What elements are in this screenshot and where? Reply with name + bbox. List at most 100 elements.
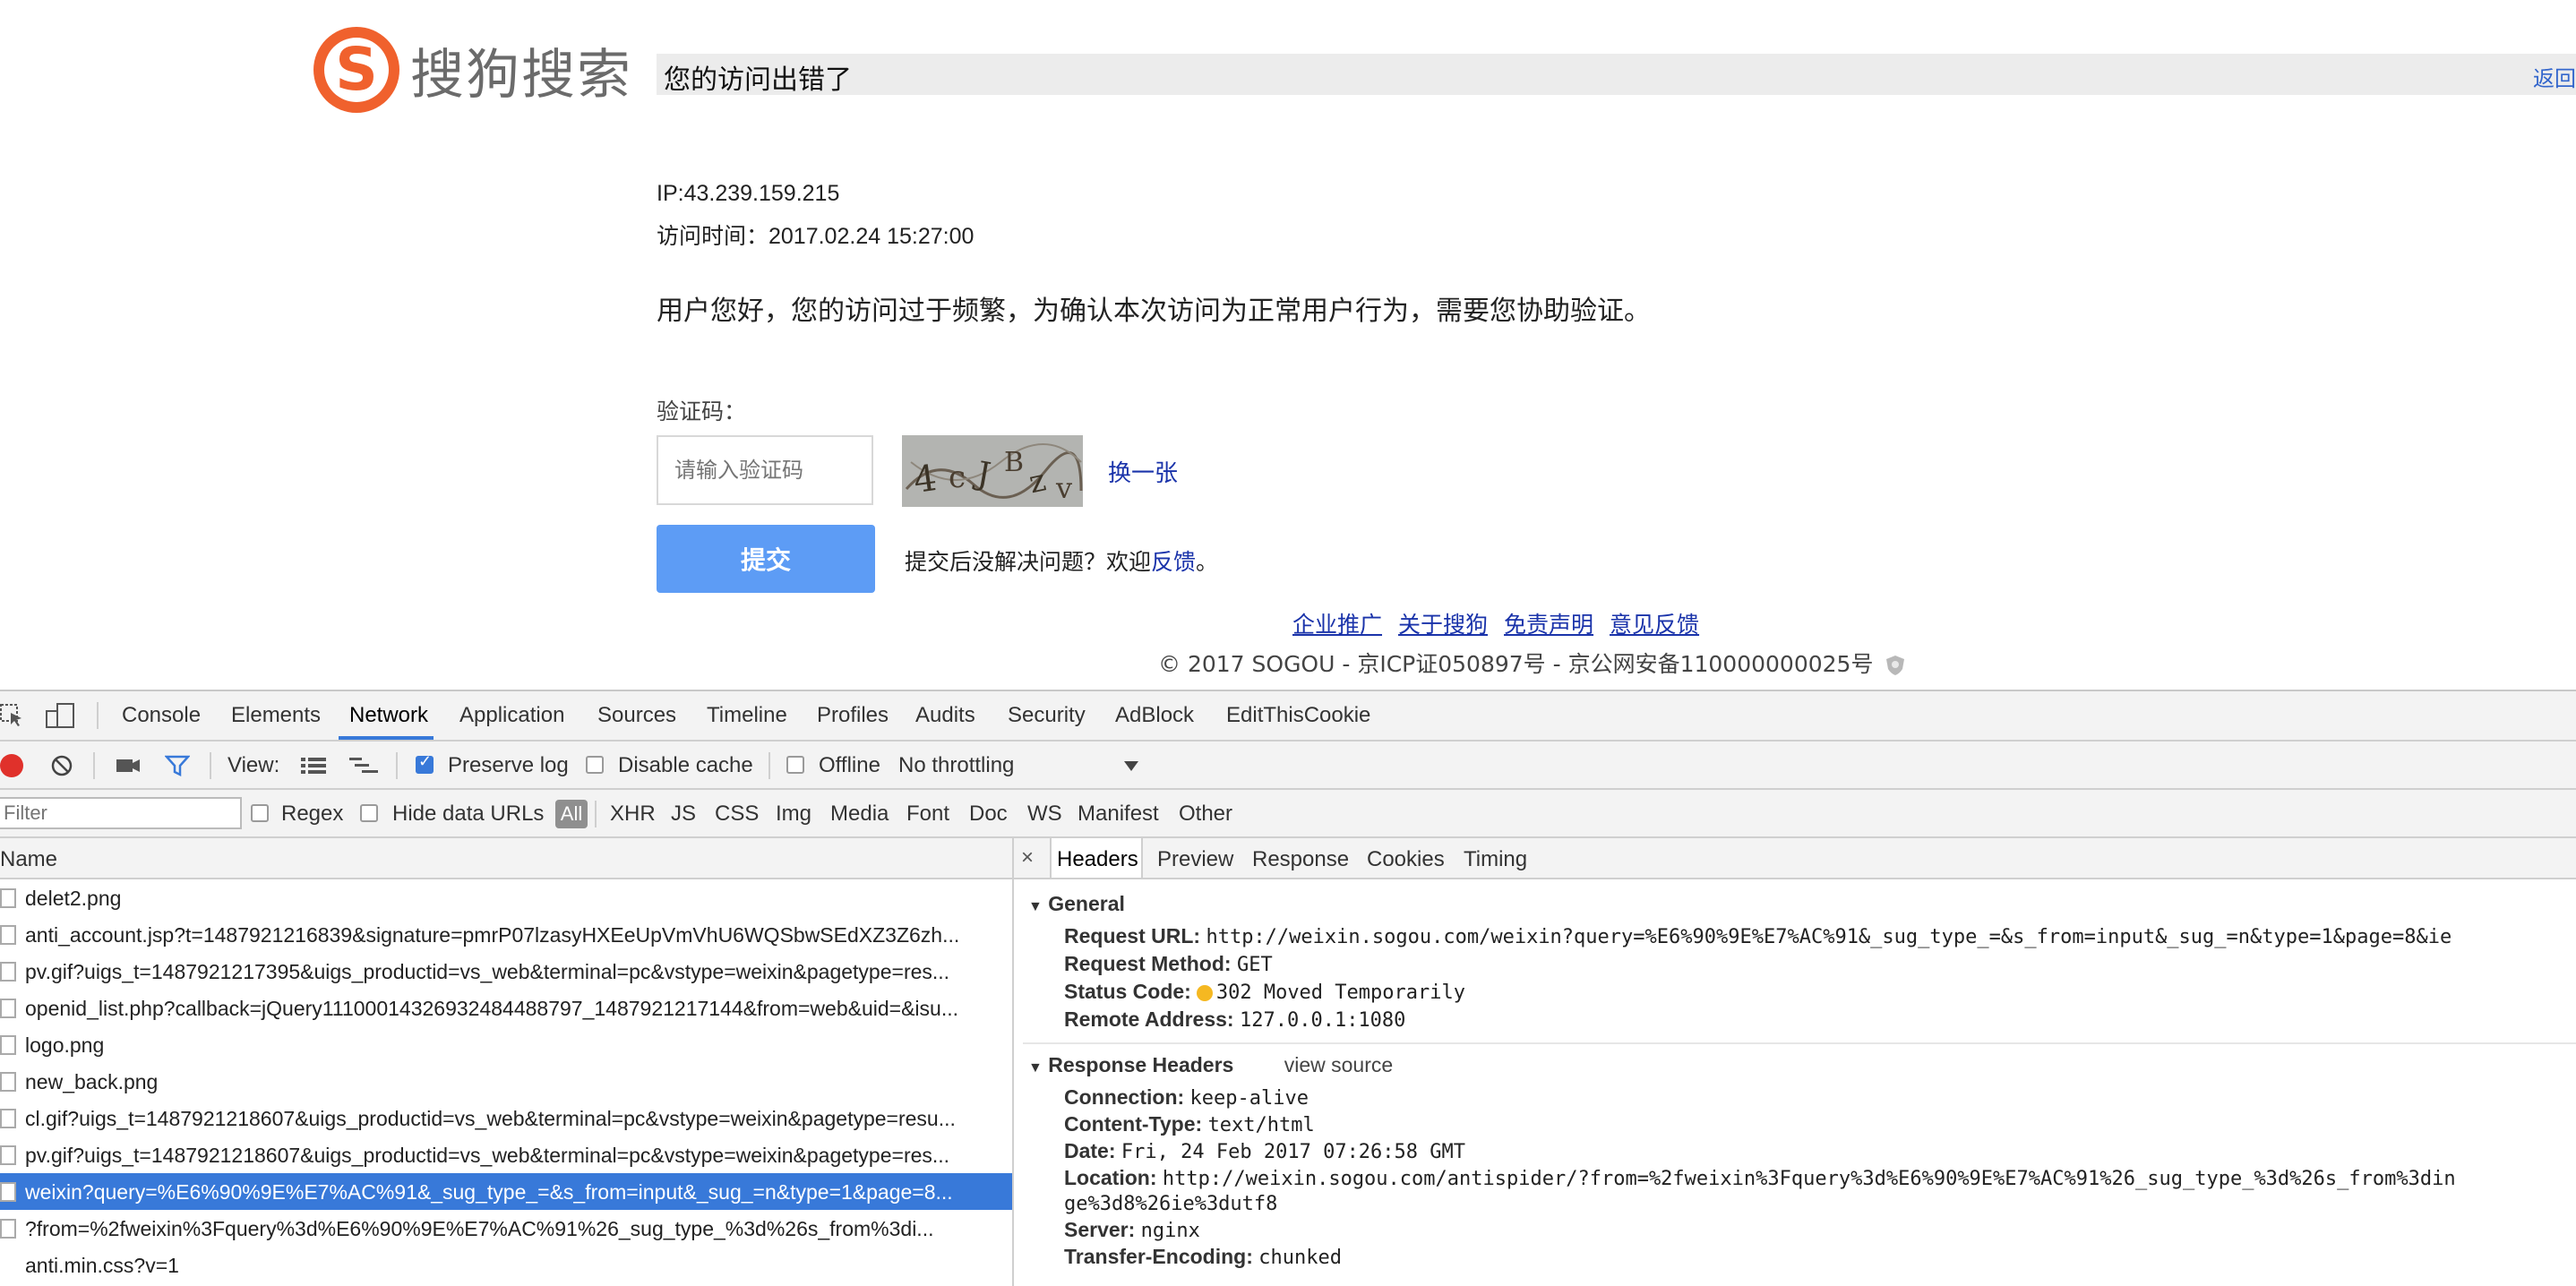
file-icon <box>0 999 16 1018</box>
camera-icon[interactable] <box>115 754 142 777</box>
type-filter-other[interactable]: Other <box>1179 802 1232 827</box>
request-row[interactable]: logo.png <box>0 1026 1012 1063</box>
tab-headers[interactable]: Headers <box>1057 847 1138 872</box>
refresh-captcha-link[interactable]: 换一张 <box>1108 455 1178 488</box>
status-dot-icon <box>1196 984 1213 1001</box>
divider <box>97 702 99 729</box>
footer-link-promo[interactable]: 企业推广 <box>1292 612 1382 638</box>
request-row-selected[interactable]: weixin?query=%E6%90%9E%E7%AC%91&_sug_typ… <box>0 1173 1012 1210</box>
ip-address: IP:43.239.159.215 <box>657 181 840 206</box>
file-icon <box>0 925 16 945</box>
tab-response[interactable]: Response <box>1252 847 1349 872</box>
filter-input[interactable] <box>0 797 242 829</box>
captcha-input[interactable] <box>657 435 873 505</box>
tab-security[interactable]: Security <box>1008 703 1086 728</box>
type-filter-xhr[interactable]: XHR <box>610 802 656 827</box>
close-icon[interactable]: × <box>1021 845 1034 870</box>
tab-application[interactable]: Application <box>459 703 564 728</box>
devtools-tabbar: Console Elements Network Application Sou… <box>0 691 2576 742</box>
logo-text: 搜狗搜索 <box>410 43 632 107</box>
tab-preview[interactable]: Preview <box>1157 847 1233 872</box>
view-label: View: <box>228 753 280 777</box>
offline-checkbox[interactable] <box>786 756 804 774</box>
tab-network[interactable]: Network <box>349 703 428 728</box>
response-headers-section-header[interactable]: ▼ Response Headers view source <box>1028 1053 1393 1077</box>
tab-profiles[interactable]: Profiles <box>817 703 889 728</box>
type-filter-js[interactable]: JS <box>671 802 696 827</box>
divider <box>396 752 398 779</box>
type-filter-css[interactable]: CSS <box>715 802 759 827</box>
device-mode-icon[interactable] <box>45 702 77 729</box>
request-row[interactable]: cl.gif?uigs_t=1487921218607&uigs_product… <box>0 1100 1012 1136</box>
type-filter-all[interactable]: All <box>555 800 588 828</box>
name-column-header[interactable]: Name <box>0 847 57 872</box>
request-row[interactable]: pv.gif?uigs_t=1487921218607&uigs_product… <box>0 1136 1012 1173</box>
clear-icon[interactable] <box>50 754 73 777</box>
tab-cookies[interactable]: Cookies <box>1367 847 1445 872</box>
type-filter-img[interactable]: Img <box>776 802 811 827</box>
error-title-bar: 您的访问出错了 返回 <box>657 54 2576 96</box>
footer-link-disclaimer[interactable]: 免责声明 <box>1504 612 1593 638</box>
submit-button[interactable]: 提交 <box>657 525 875 593</box>
triangle-down-icon: ▼ <box>1028 899 1043 914</box>
request-row[interactable]: pv.gif?uigs_t=1487921217395&uigs_product… <box>0 953 1012 990</box>
feedback-link[interactable]: 反馈 <box>1151 549 1196 575</box>
footer-link-about[interactable]: 关于搜狗 <box>1398 612 1488 638</box>
back-link[interactable]: 返回 <box>2533 61 2576 92</box>
copyright: © 2017 SOGOU - 京ICP证050897号 - 京公网安备11000… <box>1158 647 1905 679</box>
visit-time: 访问时间：2017.02.24 15:27:00 <box>657 224 975 249</box>
filter-bar: Regex Hide data URLs All XHR JS CSS Img … <box>0 790 2576 838</box>
file-icon <box>0 1182 16 1202</box>
waterfall-view-icon[interactable] <box>349 756 378 776</box>
disable-cache-label: Disable cache <box>618 753 753 777</box>
header-server: Server: nginx <box>1064 1218 1200 1242</box>
sogou-logo: S 搜狗搜索 <box>313 27 632 113</box>
request-list-header: Name <box>0 838 1012 879</box>
request-row[interactable]: delet2.png <box>0 879 1012 916</box>
tab-audits[interactable]: Audits <box>915 703 975 728</box>
police-badge-icon <box>1885 655 1905 676</box>
type-filter-ws[interactable]: WS <box>1027 802 1062 827</box>
disable-cache-checkbox[interactable] <box>586 756 604 774</box>
request-row[interactable]: anti_account.jsp?t=1487921216839&signatu… <box>0 916 1012 953</box>
offline-label: Offline <box>819 753 880 777</box>
list-view-icon[interactable] <box>301 756 326 776</box>
tab-editthiscookie[interactable]: EditThisCookie <box>1226 703 1370 728</box>
tab-adblock[interactable]: AdBlock <box>1115 703 1194 728</box>
file-icon <box>0 888 16 908</box>
type-filter-font[interactable]: Font <box>906 802 949 827</box>
request-row[interactable]: ?from=%2fweixin%3Fquery%3d%E6%90%9E%E7%A… <box>0 1210 1012 1247</box>
tab-elements[interactable]: Elements <box>231 703 321 728</box>
details-tabbar: × Headers Preview Response Cookies Timin… <box>1014 838 2576 879</box>
hide-data-urls-checkbox[interactable] <box>360 804 378 822</box>
record-button[interactable] <box>0 754 23 777</box>
type-filter-doc[interactable]: Doc <box>969 802 1008 827</box>
header-date: Date: Fri, 24 Feb 2017 07:26:58 GMT <box>1064 1139 1466 1163</box>
file-icon <box>0 1219 16 1239</box>
preserve-log-checkbox[interactable] <box>416 752 434 774</box>
request-row[interactable]: new_back.png <box>0 1063 1012 1100</box>
tab-timeline[interactable]: Timeline <box>707 703 787 728</box>
view-source-link[interactable]: view source <box>1284 1053 1393 1076</box>
captcha-image[interactable]: 4 c J B z v <box>902 435 1083 507</box>
regex-checkbox[interactable] <box>251 804 269 822</box>
triangle-down-icon: ▼ <box>1028 1060 1043 1076</box>
tab-console[interactable]: Console <box>122 703 201 728</box>
footer-link-feedback[interactable]: 意见反馈 <box>1610 612 1699 638</box>
filter-icon[interactable] <box>164 754 191 777</box>
throttling-select[interactable]: No throttling <box>898 753 1014 778</box>
page-title: 您的访问出错了 <box>664 64 852 96</box>
header-location: Location: http://weixin.sogou.com/antisp… <box>1064 1166 2456 1190</box>
chevron-down-icon[interactable] <box>1123 759 1139 772</box>
type-filter-manifest[interactable]: Manifest <box>1078 802 1159 827</box>
general-section-header[interactable]: ▼ General <box>1028 892 1125 916</box>
request-row[interactable]: anti.min.css?v=1 <box>0 1247 1012 1283</box>
request-details-pane: × Headers Preview Response Cookies Timin… <box>1014 838 2576 1286</box>
file-icon <box>0 1072 16 1092</box>
request-row[interactable]: openid_list.php?callback=jQuery111000143… <box>0 990 1012 1026</box>
type-filter-media[interactable]: Media <box>830 802 889 827</box>
tab-timing[interactable]: Timing <box>1464 847 1527 872</box>
inspect-element-icon[interactable] <box>0 704 23 727</box>
header-transfer-encoding: Transfer-Encoding: chunked <box>1064 1245 1342 1269</box>
tab-sources[interactable]: Sources <box>597 703 676 728</box>
